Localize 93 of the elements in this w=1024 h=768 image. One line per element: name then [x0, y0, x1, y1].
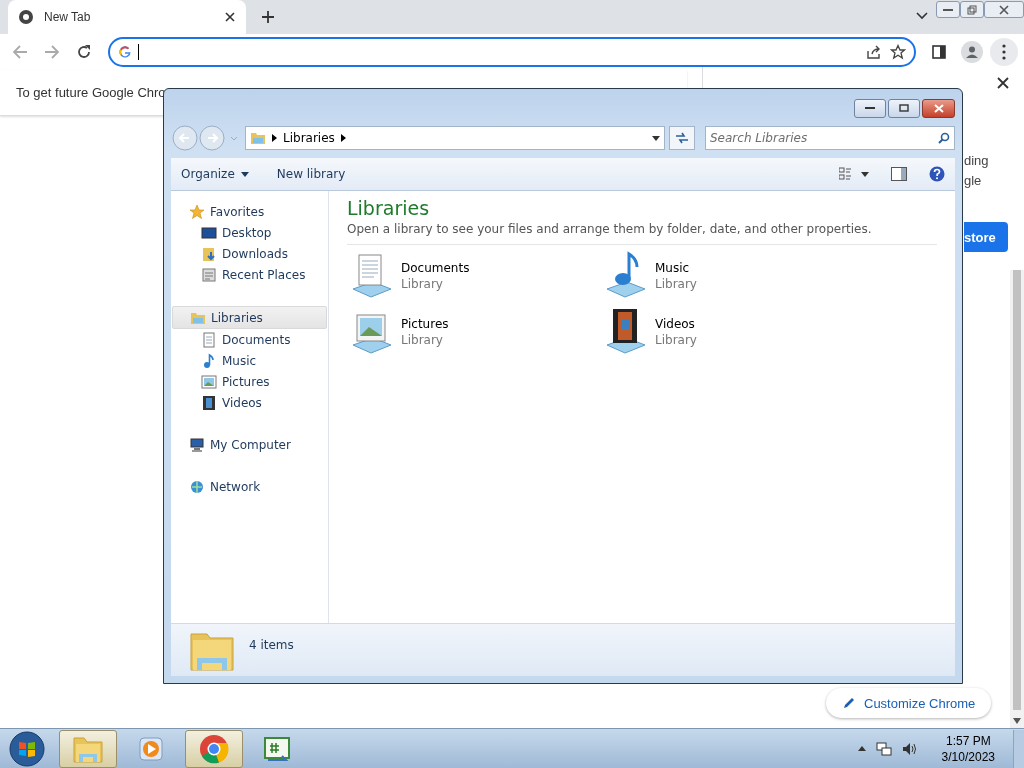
person-icon[interactable]: [965, 45, 979, 59]
star-icon: [189, 203, 205, 220]
film-icon: [201, 394, 217, 411]
menu-icon[interactable]: [1002, 44, 1006, 60]
chrome-icon: [199, 733, 229, 764]
page-heading: Libraries: [347, 197, 431, 219]
caret-icon: [240, 171, 249, 177]
network-icon[interactable]: [875, 740, 892, 757]
close-icon: [933, 103, 944, 113]
clock-time[interactable]: 1:57 PM: [945, 732, 991, 749]
text-cursor: [138, 44, 139, 60]
triangle-right-icon: [272, 134, 277, 142]
panel-text: gle: [964, 172, 983, 190]
taskbar-button[interactable]: [59, 729, 117, 768]
code-editor-icon: [262, 734, 292, 763]
customize-button[interactable]: Customize Chrome: [826, 688, 992, 718]
clock-date[interactable]: 3/10/2023: [941, 748, 995, 765]
close-icon[interactable]: [995, 75, 1011, 91]
minimize-icon: [865, 106, 875, 110]
restore-icon: [967, 4, 977, 15]
nav-item[interactable]: Network: [171, 476, 328, 497]
dropdown-arrow-icon[interactable]: [652, 135, 660, 141]
reload-icon[interactable]: [76, 44, 92, 60]
store-button[interactable]: store: [964, 222, 1008, 252]
maximize-button[interactable]: [888, 98, 920, 118]
minimize-button[interactable]: [936, 1, 960, 18]
close-button[interactable]: [984, 1, 1024, 18]
refresh-button[interactable]: [669, 126, 695, 150]
nav-item[interactable]: Pictures: [171, 371, 328, 392]
nav-item[interactable]: My Computer: [171, 434, 328, 455]
music-note-icon: [201, 352, 217, 369]
folder-icon: [72, 734, 104, 763]
library-name[interactable]: Music: [655, 261, 697, 275]
close-icon: [999, 4, 1009, 15]
computer-icon: [189, 436, 205, 453]
plus-icon[interactable]: [261, 10, 275, 24]
network-icon: [189, 478, 205, 495]
library-icon: [189, 630, 235, 672]
search-box[interactable]: Search Libraries: [705, 126, 955, 150]
restore-button[interactable]: [960, 1, 984, 18]
nav-item[interactable]: Libraries: [172, 306, 327, 329]
folder-icon: [201, 245, 217, 262]
google-icon: [118, 45, 132, 59]
nav-item[interactable]: Downloads: [171, 243, 328, 264]
minimize-button[interactable]: [854, 98, 886, 118]
library-type: Library: [401, 277, 444, 291]
library-name[interactable]: Pictures: [401, 317, 449, 331]
library-type: Library: [655, 333, 697, 347]
library-type: Library: [401, 333, 444, 347]
nav-item[interactable]: Recent Places: [171, 264, 328, 285]
browser-tab[interactable]: New Tab: [8, 0, 246, 34]
refresh-icon: [675, 132, 689, 144]
panel-text: ding: [964, 152, 989, 170]
start-button-icon[interactable]: [9, 730, 45, 767]
side-panel-icon[interactable]: [932, 44, 948, 60]
help-icon[interactable]: [929, 166, 945, 182]
desktop-icon: [201, 224, 217, 241]
search-icon: [938, 132, 950, 144]
tray-arrow-icon[interactable]: [857, 746, 866, 751]
close-button[interactable]: [922, 98, 955, 118]
scrollbar[interactable]: [1010, 270, 1024, 728]
toolbar-button[interactable]: Organize: [181, 167, 249, 181]
star-icon[interactable]: [890, 44, 906, 60]
search-field[interactable]: Search Libraries: [710, 127, 938, 149]
arrow-down-icon[interactable]: [1013, 718, 1021, 724]
nav-item[interactable]: Documents: [171, 329, 328, 350]
library-name[interactable]: Videos: [655, 317, 697, 331]
media-player-icon: [137, 734, 165, 763]
picture-icon: [201, 373, 217, 390]
chevron-icon[interactable]: [916, 12, 928, 20]
nav-item[interactable]: Desktop: [171, 222, 328, 243]
item-count: 4 items: [249, 638, 294, 652]
nav-item[interactable]: Music: [171, 350, 328, 371]
address-bar[interactable]: Libraries: [245, 126, 665, 150]
pencil-icon: [842, 696, 856, 710]
library-icon: [250, 131, 266, 145]
close-icon[interactable]: [224, 11, 236, 23]
breadcrumb-item[interactable]: Libraries: [283, 131, 335, 145]
description-text: Open a library to see your files and arrange them by folder, date, and other properties.: [347, 222, 937, 245]
nav-item[interactable]: Favorites: [171, 201, 328, 222]
taskbar-button[interactable]: [185, 729, 243, 768]
nav-item[interactable]: Videos: [171, 392, 328, 413]
library-type: Library: [655, 277, 697, 291]
document-icon: [201, 331, 217, 348]
share-icon[interactable]: [866, 44, 882, 60]
preview-pane-icon[interactable]: [891, 167, 907, 181]
tab-title: New Tab: [44, 10, 92, 24]
address-field[interactable]: [108, 37, 916, 67]
view-options-icon[interactable]: [839, 167, 869, 181]
maximize-icon: [899, 104, 909, 112]
library-name[interactable]: Documents: [401, 261, 470, 275]
triangle-right-icon[interactable]: [340, 134, 346, 142]
toolbar-button[interactable]: New library: [276, 167, 346, 181]
